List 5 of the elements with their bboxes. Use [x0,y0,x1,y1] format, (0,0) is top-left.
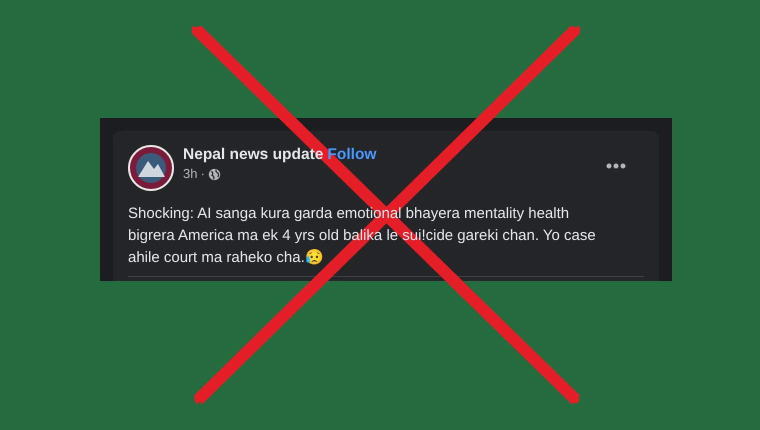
avatar-icon [128,145,174,191]
post-time[interactable]: 3h [183,166,198,182]
separator: · [200,166,205,182]
more-options-icon[interactable] [606,163,626,169]
globe-icon [208,168,221,180]
